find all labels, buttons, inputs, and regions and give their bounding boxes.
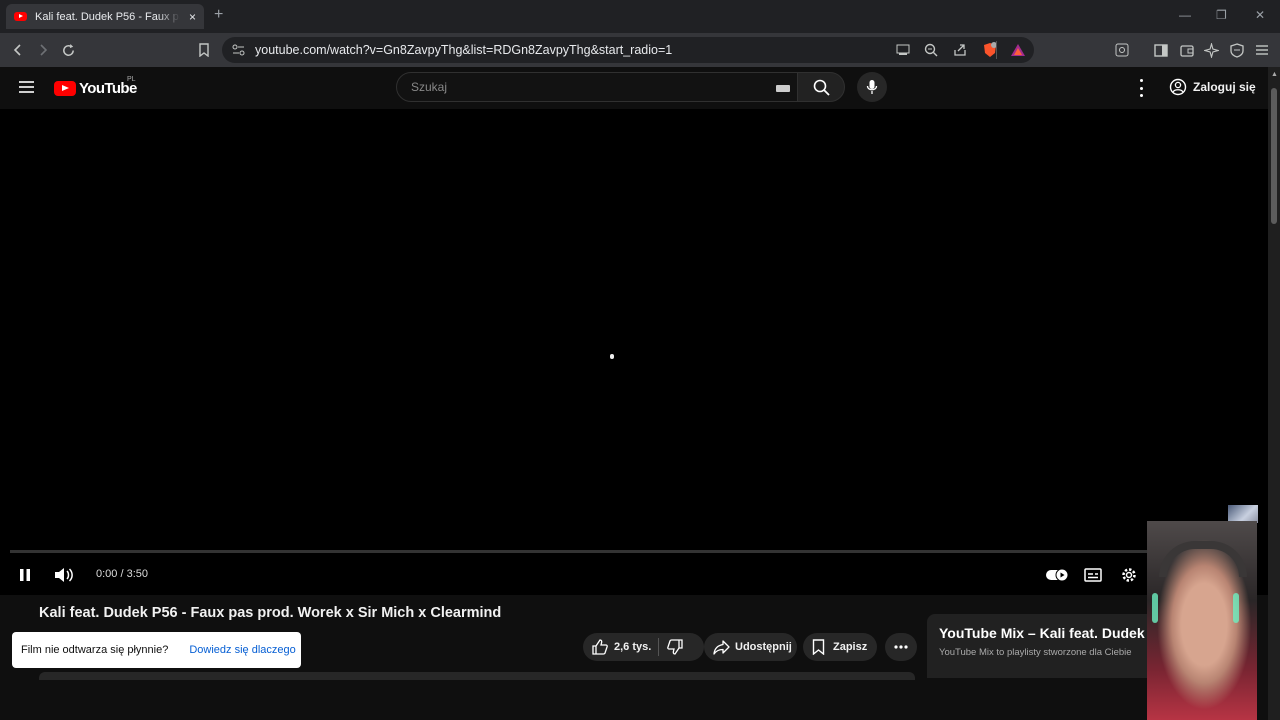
headphone-light [1152,593,1158,623]
settings-gear-icon [1122,568,1136,582]
youtube-mix-panel[interactable]: YouTube Mix – Kali feat. Dudek YouTube M… [927,614,1157,678]
mix-subtitle: YouTube Mix to playlisty stworzone dla C… [939,647,1132,658]
account-icon [1169,78,1187,96]
leo-ai-icon[interactable] [1201,40,1221,60]
toolbar-separator [996,41,997,59]
playback-issue-toast: Film nie odtwarza się płynnie? Dowiedz s… [12,632,301,668]
new-tab-button[interactable]: + [214,6,223,24]
reload-icon[interactable] [58,40,78,60]
volume-icon [54,568,73,582]
mix-title: YouTube Mix – Kali feat. Dudek [939,625,1145,641]
cast-icon[interactable] [893,40,913,60]
signin-button[interactable]: Zaloguj się [1163,72,1266,102]
wallet-icon[interactable] [1177,40,1197,60]
back-arrow-icon[interactable] [8,40,28,60]
more-horizontal-icon [894,645,908,649]
time-display: 0:00 / 3:50 [96,568,148,580]
search-box [396,72,798,102]
webcam-overlay [1147,521,1257,720]
url-text: youtube.com/watch?v=Gn8ZavpyThg&list=RDG… [255,43,673,57]
like-dislike-group: 2,6 tys. [583,633,704,661]
scrollbar-thumb[interactable] [1271,88,1277,224]
restore-window-icon[interactable]: ❐ [1216,8,1227,22]
subtitles-icon [1084,568,1102,582]
hamburger-menu-icon[interactable] [18,80,35,99]
dislike-button[interactable] [667,639,683,655]
share-page-icon[interactable] [950,40,970,60]
brave-rewards-icon[interactable] [1010,42,1026,58]
video-title: Kali feat. Dudek P56 - Faux pas prod. Wo… [39,605,502,621]
video-player[interactable]: 0:00 / 3:50 [0,109,1268,595]
settings-button[interactable] [1119,565,1139,585]
like-button[interactable]: 2,6 tys. [583,639,651,655]
toast-learn-more-link[interactable]: Dowiedz się dlaczego [189,644,295,656]
share-label: Udostępnij [735,641,792,653]
pause-button[interactable] [16,565,34,585]
settings-kebab-icon[interactable] [1134,79,1148,97]
keyboard-icon[interactable] [776,85,790,92]
search-input[interactable] [409,79,753,95]
browser-tab-active[interactable]: Kali feat. Dudek P56 - Faux pas prod. Wo… [6,4,204,29]
search-icon [813,79,830,96]
signin-label: Zaloguj się [1193,80,1256,94]
page-scrollbar[interactable]: ▲ [1268,67,1280,720]
minimize-window-icon[interactable]: — [1179,8,1191,22]
autoplay-toggle[interactable] [1045,565,1069,585]
country-code: PL [127,76,136,83]
save-label: Zapisz [833,641,868,653]
youtube-favicon-icon [14,12,27,21]
share-arrow-icon [713,639,730,655]
vpn-shield-icon[interactable] [1227,40,1247,60]
address-bar[interactable]: youtube.com/watch?v=Gn8ZavpyThg&list=RDG… [222,37,1034,63]
save-bookmark-icon [812,639,825,655]
headphones [1159,541,1247,577]
bookmark-icon[interactable] [194,40,214,60]
pause-icon [20,569,30,581]
toast-message: Film nie odtwarza się płynnie? [21,644,169,656]
browser-menu-icon[interactable] [1252,40,1272,60]
like-separator [658,638,660,656]
headphone-light [1233,593,1239,623]
loading-indicator [610,354,614,359]
browser-tabstrip: Kali feat. Dudek P56 - Faux pas prod. Wo… [0,0,1280,33]
close-window-icon[interactable]: ✕ [1255,8,1265,22]
description-box[interactable] [39,672,915,680]
sidebar-icon[interactable] [1151,40,1171,60]
youtube-logo[interactable]: YouTube PL [54,76,137,97]
youtube-play-icon [54,81,76,96]
thumb-down-icon [667,639,683,655]
autoplay-toggle-icon [1046,568,1069,582]
browser-toolbar: youtube.com/watch?v=Gn8ZavpyThg&list=RDG… [0,33,1280,67]
more-actions-button[interactable] [885,633,917,661]
thumb-up-icon [592,639,608,655]
search-button[interactable] [797,72,845,102]
voice-search-button[interactable] [857,72,887,102]
subtitles-button[interactable] [1083,565,1103,585]
forward-arrow-icon[interactable] [33,40,53,60]
microphone-icon [866,80,878,94]
like-count: 2,6 tys. [614,641,652,653]
zoom-icon[interactable] [921,40,941,60]
site-info-icon[interactable] [228,40,248,60]
youtube-header: YouTube PL Zaloguj się [0,67,1268,109]
save-button[interactable]: Zapisz [803,633,877,661]
volume-button[interactable] [52,565,74,585]
tab-title: Kali feat. Dudek P56 - Faux pas prod. Wo… [35,10,180,23]
share-button[interactable]: Udostępnij [704,633,797,661]
tab-close-icon[interactable]: × [189,10,196,24]
progress-bar[interactable] [10,550,1156,553]
scroll-up-icon[interactable]: ▲ [1271,71,1278,78]
reader-mode-icon[interactable] [1112,40,1132,60]
